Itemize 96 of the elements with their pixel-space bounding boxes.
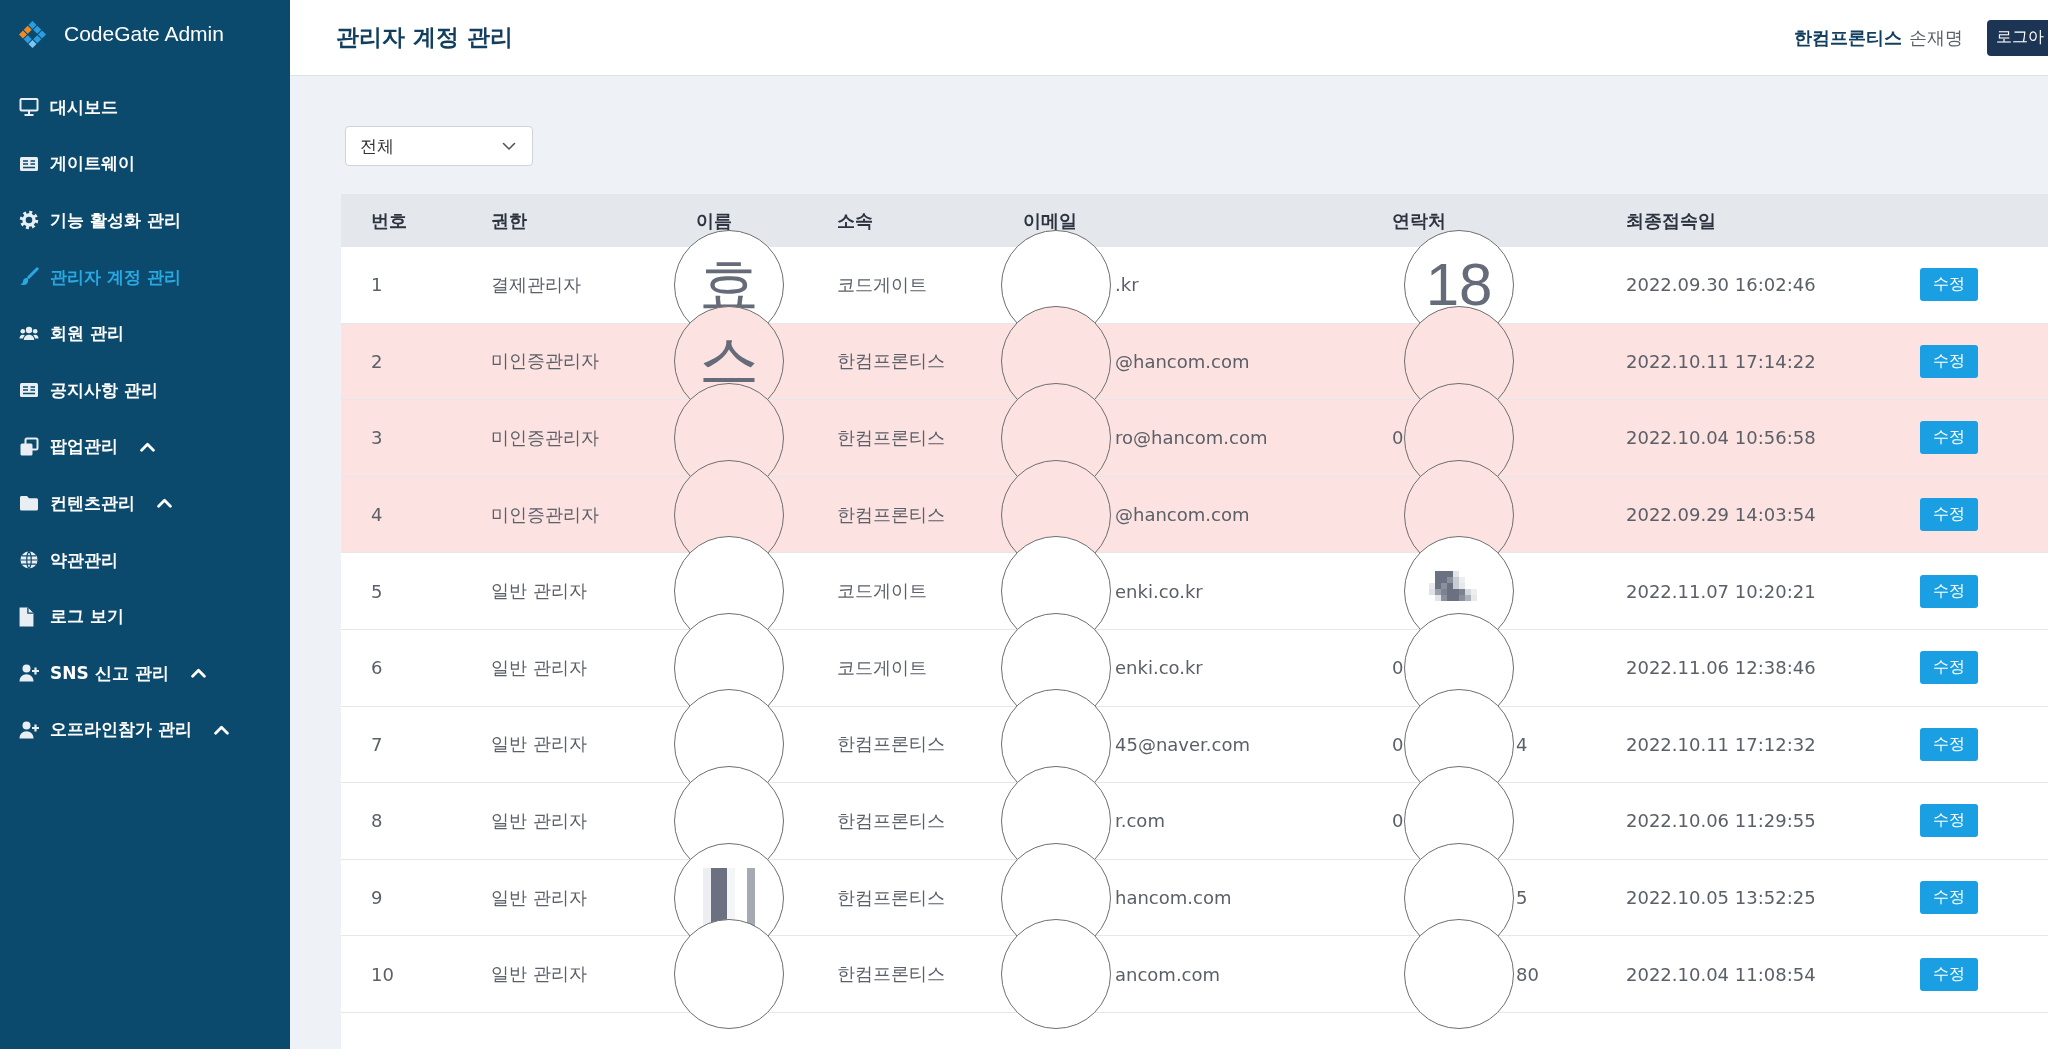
sidebar-item[interactable]: 약관관리 <box>0 531 290 589</box>
table-cell-text: 일반 관리자 <box>490 885 588 910</box>
brush-icon <box>19 267 39 288</box>
table-cell-text: 일반 관리자 <box>490 808 588 833</box>
table-cell-text: 한컴프론티스 <box>836 732 946 757</box>
table-cell-text: 일반 관리자 <box>490 732 588 757</box>
table-cell-text: 9 <box>370 886 384 911</box>
table-cell-text: 미인증관리자 <box>490 502 600 527</box>
column-header: 이름 <box>695 208 733 233</box>
email-text: ancom.com <box>1115 963 1221 985</box>
column-header: 번호 <box>370 208 408 233</box>
filter-dropdown[interactable]: 전체 <box>345 126 533 166</box>
table-cell-text: 2022.11.07 10:20:21 <box>1625 579 1817 604</box>
page-title: 관리자 계정 관리 <box>336 23 513 52</box>
document-icon <box>19 606 34 627</box>
table-cell-text: 4 <box>370 503 384 528</box>
table-cell-text: 7 <box>370 732 384 757</box>
magnified-text: 스 <box>699 331 759 392</box>
table-cell-text: 2022.10.04 10:56:58 <box>1625 426 1817 451</box>
globe-icon <box>19 550 39 571</box>
windows-icon <box>19 436 39 457</box>
table-cell-text: 미인증관리자 <box>490 426 600 450</box>
logout-button[interactable]: 로그아 <box>1987 19 2048 56</box>
sidebar-item[interactable]: 팝업관리 <box>0 418 290 476</box>
column-header: 소속 <box>836 208 874 233</box>
table-cell-text: 8 <box>370 809 384 834</box>
email-text: @hancom.com <box>1115 504 1250 526</box>
app-title: CodeGate Admin <box>64 22 224 46</box>
sidebar-item[interactable]: 컨텐츠관리 <box>0 475 290 532</box>
table-cell-text: 10 <box>370 962 395 987</box>
phone-text: 0 <box>1392 733 1404 755</box>
table-cell-text: 1 <box>370 273 384 298</box>
sidebar-item[interactable]: 대시보드 <box>0 79 290 136</box>
table-cell-text: 2022.10.05 13:52:25 <box>1625 886 1817 911</box>
email-text: @hancom.com <box>1115 350 1250 372</box>
company-name: 한컴프론티스 <box>1794 25 1902 50</box>
column-header: 연락처 <box>1391 208 1447 233</box>
email-text: enki.co.kr <box>1115 657 1203 679</box>
table-cell-text: 일반 관리자 <box>490 579 588 604</box>
table-cell-text: 코드게이트 <box>836 579 928 604</box>
phone-text: 0 <box>1392 810 1404 832</box>
table-cell-text: 6 <box>370 656 384 681</box>
email-text: .kr <box>1115 274 1139 296</box>
sidebar-item[interactable]: 관리자 계정 관리 <box>0 248 290 306</box>
magnified-text: 18 <box>1425 254 1493 315</box>
table-cell-text: 한컴프론티스 <box>836 502 946 527</box>
email-text: enki.co.kr <box>1115 580 1203 602</box>
table-cell-text: 코드게이트 <box>836 655 928 680</box>
email-text: r.com <box>1115 810 1165 832</box>
table-cell-text: 2 <box>370 349 384 374</box>
table-cell-text: 한컴프론티스 <box>836 808 946 833</box>
logo-icon <box>19 20 46 48</box>
magnified-text: 효 <box>699 254 759 315</box>
phone-text: 5 <box>1516 887 1528 909</box>
sidebar-item[interactable]: 기능 활성화 관리 <box>0 192 290 249</box>
phone-text: 0 <box>1392 427 1404 449</box>
phone-text: 0 <box>1392 657 1404 679</box>
table-cell-text: 일반 관리자 <box>490 655 588 680</box>
table-cell-text: 일반 관리자 <box>490 962 588 987</box>
email-text: ro@hancom.com <box>1115 427 1268 449</box>
table-cell-text: 한컴프론티스 <box>836 426 946 450</box>
sidebar-item[interactable]: 게이트웨이 <box>0 135 290 193</box>
sidebar-item[interactable]: 회원 관리 <box>0 305 290 362</box>
table-cell-text: 5 <box>370 579 384 604</box>
table-cell-text: 2022.09.30 16:02:46 <box>1625 273 1817 298</box>
column-header: 최종접속일 <box>1625 208 1717 233</box>
sidebar-item[interactable]: SNS 신고 관리 <box>0 644 290 702</box>
folder-icon <box>19 493 39 514</box>
email-text: 45@naver.com <box>1115 733 1250 755</box>
email-text: hancom.com <box>1115 887 1232 909</box>
table-cell-text: 2022.09.29 14:03:54 <box>1625 503 1817 528</box>
sidebar-item[interactable]: 오프라인참가 관리 <box>0 701 290 759</box>
table-cell-text: 한컴프론티스 <box>836 349 946 374</box>
monitor-icon <box>19 97 39 118</box>
table-cell-text: 2022.10.04 11:08:54 <box>1625 962 1817 987</box>
table-cell-text: 2022.10.06 11:29:55 <box>1625 809 1817 834</box>
table-cell-text: 한컴프론티스 <box>836 885 946 910</box>
table-cell-text: 미인증관리자 <box>490 349 600 374</box>
chevron-down-icon <box>502 141 516 151</box>
table-cell-text: 2022.10.11 17:14:22 <box>1625 349 1817 374</box>
phone-text: 4 <box>1516 733 1528 755</box>
table-cell-text: 2022.10.11 17:12:32 <box>1625 732 1817 757</box>
user-plus-icon <box>19 719 39 740</box>
column-header: 권한 <box>490 208 528 233</box>
sidebar-item[interactable]: 로그 보기 <box>0 588 290 645</box>
user-name: 손재명 <box>1909 25 1963 50</box>
table-cell-text: 한컴프론티스 <box>836 962 946 987</box>
sidebar-item[interactable]: 공지사항 관리 <box>0 361 290 419</box>
table-cell-text: 3 <box>370 426 384 451</box>
phone-text: 80 <box>1516 963 1539 985</box>
table-cell-text: 결제관리자 <box>490 272 582 297</box>
user-plus-icon <box>19 663 39 684</box>
column-header: 이메일 <box>1022 208 1078 233</box>
gear-icon <box>19 210 39 231</box>
table-cell-text: 2022.11.06 12:38:46 <box>1625 656 1817 681</box>
table-cell-text: 코드게이트 <box>836 272 928 297</box>
